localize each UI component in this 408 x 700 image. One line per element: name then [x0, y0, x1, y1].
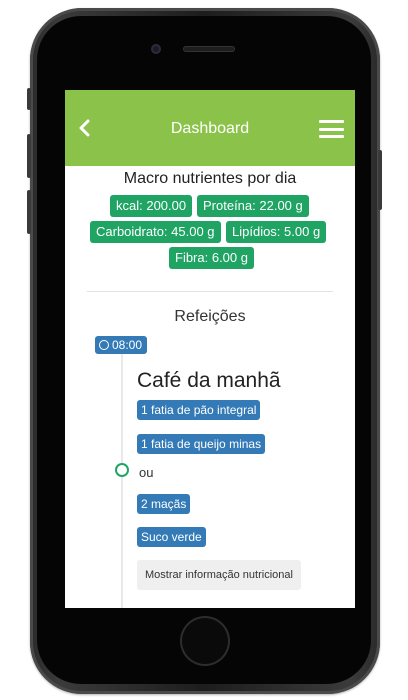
food-item[interactable]: Suco verde — [137, 527, 206, 547]
mute-switch — [27, 88, 31, 110]
macro-badge-lipids: Lipídios: 5.00 g — [226, 221, 327, 243]
section-divider — [87, 291, 333, 292]
option-separator: ou — [139, 465, 154, 480]
macro-badge-kcal: kcal: 200.00 — [110, 195, 193, 217]
meal-name: Café da manhã — [137, 369, 281, 392]
page-title: Dashboard — [170, 120, 250, 137]
macro-badge-protein: Proteína: 22.00 g — [197, 195, 309, 217]
food-item[interactable]: 1 fatia de pão integral — [137, 400, 261, 420]
timeline-node — [115, 463, 129, 477]
macro-badge-carbs: Carboidrato: 45.00 g — [90, 221, 221, 243]
show-nutrition-info-button[interactable]: Mostrar informação nutricional — [137, 560, 301, 590]
app-screen: Dashboard Macro nutrientes por dia kcal:… — [65, 90, 355, 608]
food-item[interactable]: 1 fatia de queijo minas — [137, 434, 266, 454]
meal-time: 08:00 — [112, 338, 143, 352]
earpiece-speaker — [183, 46, 235, 52]
power-button — [378, 150, 382, 210]
home-button[interactable] — [180, 616, 230, 666]
food-item[interactable]: 2 maçãs — [137, 494, 191, 514]
clock-icon — [99, 340, 109, 350]
app-bar: Dashboard — [65, 90, 355, 166]
front-camera — [151, 44, 161, 54]
meals-title: Refeições — [174, 308, 246, 325]
timeline-line — [121, 354, 123, 608]
macro-badge-fiber: Fibra: 6.00 g — [169, 247, 254, 269]
dashboard-content: Macro nutrientes por dia kcal: 200.00 Pr… — [65, 166, 355, 608]
hamburger-menu-icon[interactable] — [319, 120, 344, 138]
meal-time-badge: 08:00 — [95, 336, 148, 354]
volume-down-button — [27, 190, 31, 234]
macros-title: Macro nutrientes por dia — [123, 170, 297, 187]
volume-up-button — [27, 134, 31, 178]
